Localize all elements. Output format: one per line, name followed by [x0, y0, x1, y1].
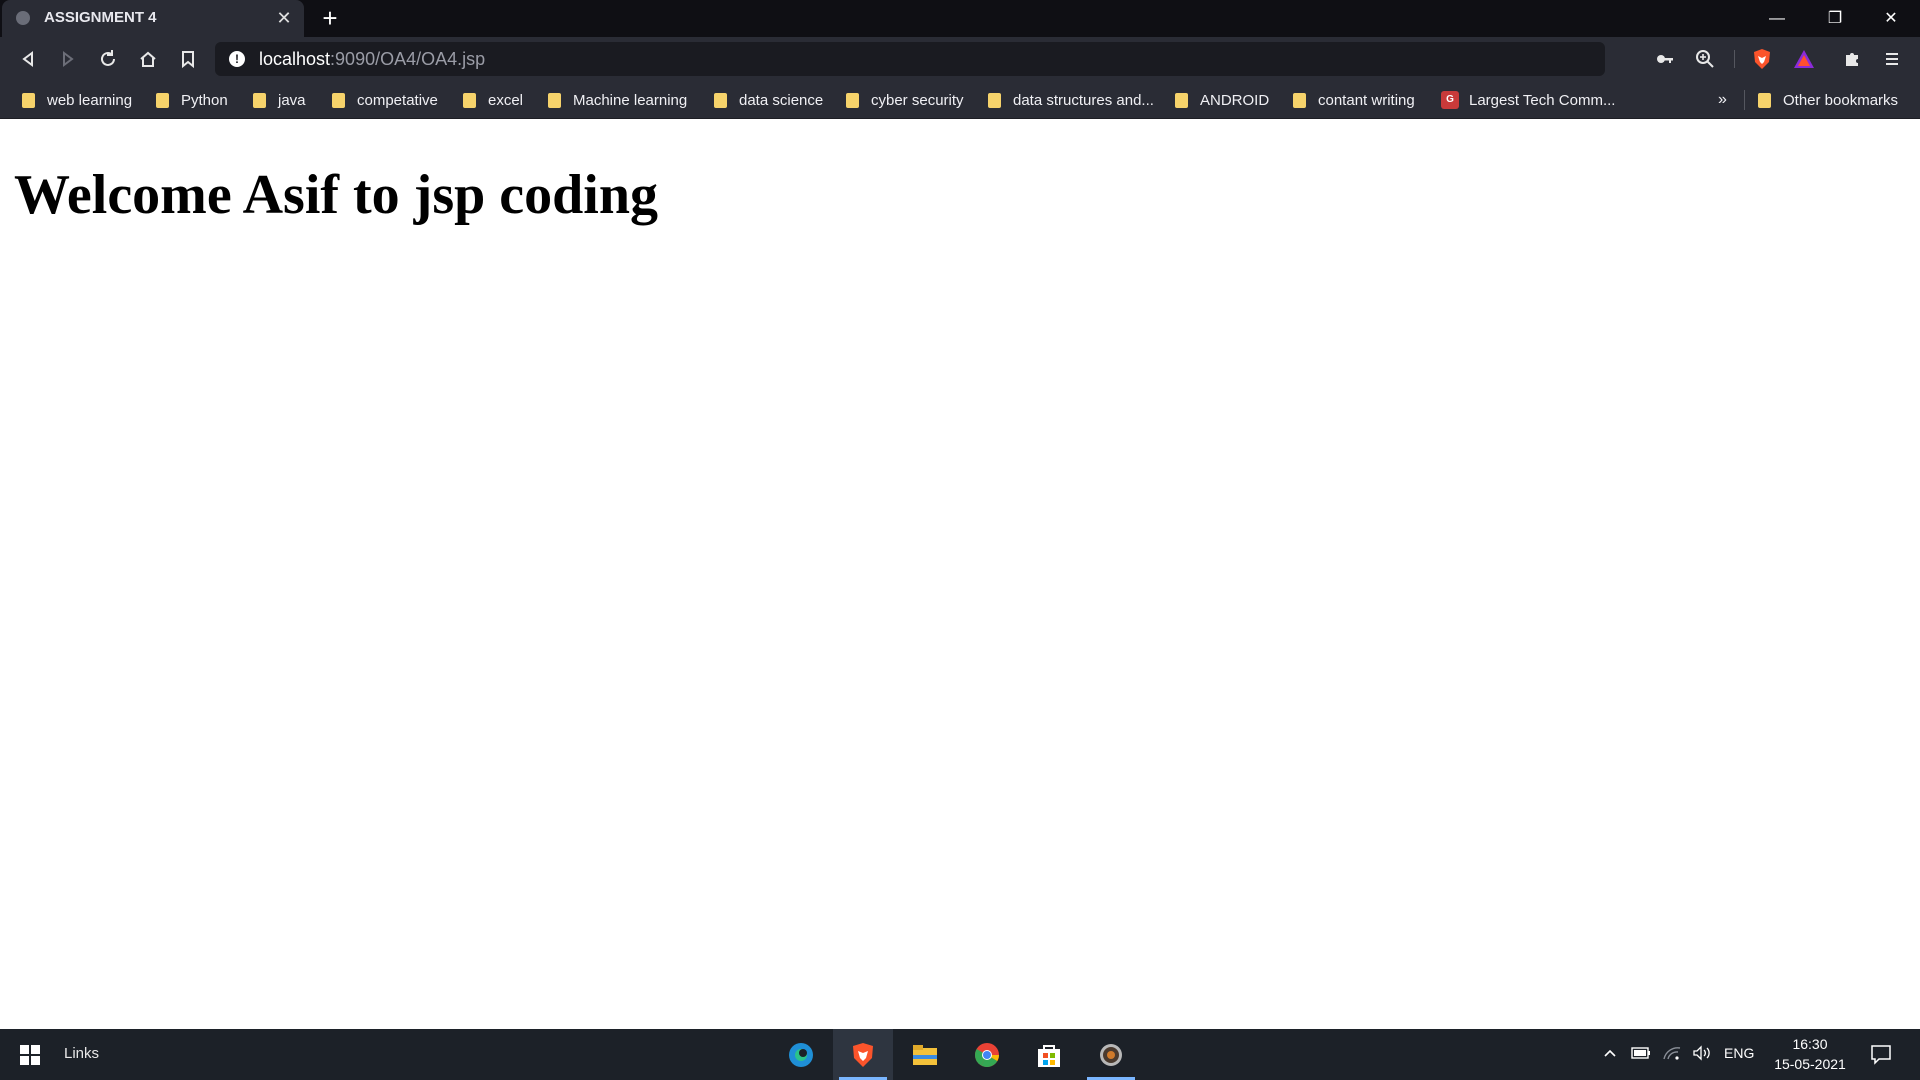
browser-tab[interactable]: ASSIGNMENT 4 ✕ [2, 0, 304, 37]
reload-button[interactable] [94, 45, 122, 73]
clock-time: 16:30 [1792, 1036, 1828, 1052]
bookmarks-divider [1744, 90, 1745, 110]
folder-icon [988, 92, 1001, 108]
chrome-icon [975, 1043, 999, 1068]
omnibox-divider [1734, 50, 1735, 68]
folder-icon [548, 92, 561, 108]
url-text: localhost:9090/OA4/OA4.jsp [259, 49, 486, 69]
site-info-icon[interactable]: ! [229, 51, 245, 67]
menu-button[interactable] [1878, 45, 1906, 73]
zoom-icon[interactable] [1695, 49, 1715, 74]
bookmark-web-learning[interactable]: web learning [22, 89, 132, 111]
home-button[interactable] [134, 45, 162, 73]
brave-rewards-icon[interactable] [1792, 48, 1816, 75]
brave-shields-icon[interactable] [1750, 47, 1774, 76]
notification-icon [1871, 1045, 1891, 1065]
action-center-button[interactable] [1870, 1043, 1892, 1065]
browser-toolbar: ! localhost:9090/OA4/OA4.jsp [0, 37, 1920, 81]
system-clock[interactable]: 16:30 15-05-2021 [1770, 1034, 1850, 1074]
tab-title: ASSIGNMENT 4 [44, 9, 157, 26]
folder-icon [913, 1045, 937, 1065]
bookmark-excel[interactable]: excel [463, 89, 523, 111]
taskbar-chrome[interactable] [957, 1029, 1017, 1080]
browser-tab-strip: ASSIGNMENT 4 ✕ + — ❐ ✕ [0, 0, 1920, 37]
tab-close-icon[interactable]: ✕ [272, 6, 296, 30]
back-button[interactable] [14, 45, 42, 73]
edge-icon [789, 1043, 813, 1067]
address-bar[interactable]: ! localhost:9090/OA4/OA4.jsp [215, 42, 1814, 76]
clock-date: 15-05-2021 [1774, 1056, 1846, 1072]
windows-start-button[interactable] [20, 1045, 40, 1065]
taskbar-file-explorer[interactable] [895, 1029, 955, 1080]
folder-icon [846, 92, 859, 108]
bookmark-competative[interactable]: competative [332, 89, 438, 111]
back-icon [22, 51, 33, 67]
battery-icon[interactable] [1631, 1045, 1651, 1065]
bookmark-contant-writing[interactable]: contant writing [1293, 89, 1415, 111]
input-language[interactable]: ENG [1724, 1045, 1754, 1061]
chevron-up-icon [1604, 1049, 1616, 1057]
minimize-button[interactable]: — [1748, 0, 1806, 37]
gfg-icon: G [1441, 91, 1459, 109]
folder-icon [253, 92, 266, 108]
extensions-button[interactable] [1838, 45, 1866, 73]
folder-icon [1293, 92, 1306, 108]
close-window-button[interactable]: ✕ [1862, 0, 1920, 37]
bookmark-cyber-security[interactable]: cyber security [846, 89, 964, 111]
bookmark-data-structures[interactable]: data structures and... [988, 89, 1154, 111]
taskbar-edge[interactable] [771, 1029, 831, 1080]
forward-button[interactable] [54, 45, 82, 73]
new-tab-button[interactable]: + [316, 4, 344, 32]
bookmarks-overflow-button[interactable]: » [1718, 89, 1727, 111]
show-hidden-icons[interactable] [1602, 1045, 1618, 1065]
home-icon [140, 51, 156, 67]
folder-icon [1758, 92, 1771, 108]
puzzle-icon [1846, 53, 1858, 66]
bookmarks-bar: web learning Python java competative exc… [0, 81, 1920, 119]
taskbar-app-gear[interactable] [1081, 1029, 1141, 1080]
gear-icon [1100, 1044, 1122, 1066]
windows-icon [20, 1045, 40, 1065]
page-heading: Welcome Asif to jsp coding [14, 164, 658, 226]
bookmark-button[interactable] [174, 45, 202, 73]
globe-icon [16, 11, 30, 25]
page-content: Welcome Asif to jsp coding [0, 119, 1920, 1029]
taskbar-brave[interactable] [833, 1029, 893, 1080]
store-icon [1038, 1045, 1060, 1067]
taskbar-store[interactable] [1019, 1029, 1079, 1080]
bookmark-data-science[interactable]: data science [714, 89, 823, 111]
hamburger-icon [1886, 53, 1898, 65]
restore-button[interactable]: ❐ [1806, 0, 1864, 37]
bookmark-machine-learning[interactable]: Machine learning [548, 89, 687, 111]
bookmark-largest-tech-community[interactable]: G Largest Tech Comm... [1441, 89, 1615, 111]
bookmark-java[interactable]: java [253, 89, 306, 111]
folder-icon [1175, 92, 1188, 108]
folder-icon [463, 92, 476, 108]
taskbar: Links ENG 16:30 15-05-2021 [0, 1029, 1920, 1080]
folder-icon [156, 92, 169, 108]
volume-icon[interactable] [1692, 1045, 1714, 1065]
other-bookmarks[interactable]: Other bookmarks [1758, 89, 1898, 111]
bookmark-icon [182, 51, 194, 69]
reload-icon [101, 50, 115, 66]
folder-icon [22, 92, 35, 108]
key-icon[interactable] [1655, 49, 1675, 74]
folder-icon [714, 92, 727, 108]
wifi-icon[interactable] [1662, 1045, 1682, 1065]
forward-icon [63, 51, 74, 67]
folder-icon [332, 92, 345, 108]
bookmark-python[interactable]: Python [156, 89, 228, 111]
links-toolbar[interactable]: Links [64, 1045, 99, 1062]
brave-icon [853, 1043, 873, 1067]
bookmark-android[interactable]: ANDROID [1175, 89, 1269, 111]
